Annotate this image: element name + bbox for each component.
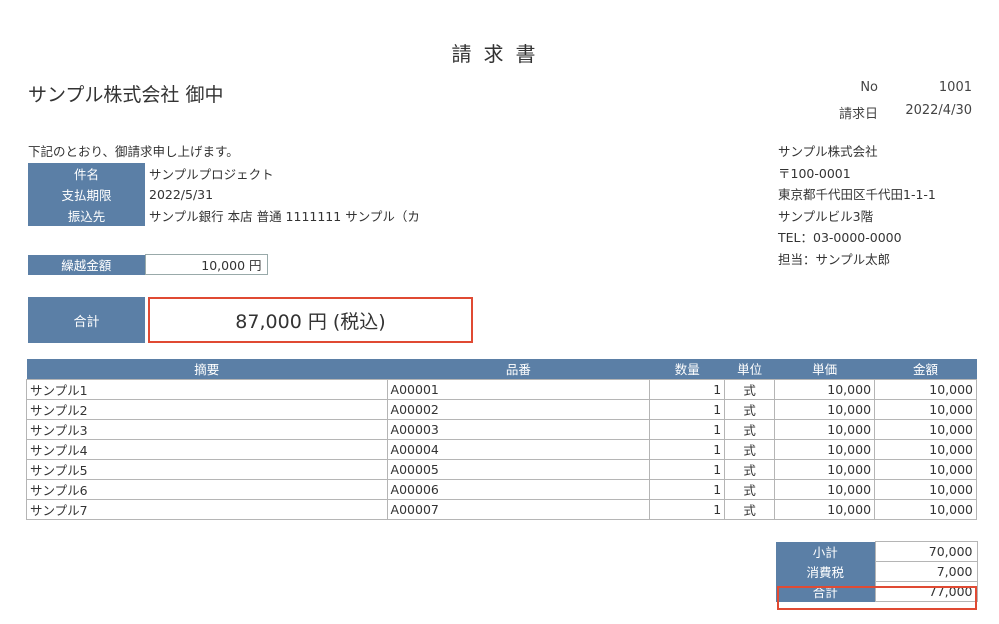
cell-code: A00005 [386,458,651,480]
cell-unit: 式 [724,418,776,440]
column-header: 単価 [774,359,875,379]
cell-code: A00002 [386,398,651,420]
cell-unit-price: 10,000 [774,478,876,500]
carry-label: 繰越金額 [28,254,145,275]
table-row: サンプル4 A00004 1 式 10,000 10,000 [26,438,977,460]
info-row-bank: 振込先 サンプル銀行 本店 普通 1111111 サンプル（カ [28,205,465,226]
info-value: サンプルプロジェクト [149,167,274,182]
info-value: サンプル銀行 本店 普通 1111111 サンプル（カ [149,209,420,224]
column-header: 品番 [387,359,650,379]
table-row: サンプル7 A00007 1 式 10,000 10,000 [26,498,977,520]
issuer-company: サンプル株式会社 〒100-0001 東京都千代田区千代田1-1-1 サンプルビ… [778,141,936,270]
grand-total-label: 合計 [28,297,145,343]
grand-total-box: 合計 87,000 円 (税込) [28,297,473,343]
company-address: 東京都千代田区千代田1-1-1 [778,187,936,202]
cell-quantity: 1 [649,498,726,520]
cell-unit-price: 10,000 [774,398,876,420]
invoice-no-value: 1001 [938,80,972,95]
info-label: 支払期限 [28,184,145,205]
cell-quantity: 1 [649,418,726,440]
company-building: サンプルビル3階 [778,208,874,224]
cell-quantity: 1 [649,478,726,500]
client-name: サンプル株式会社 御中 [28,84,224,106]
summary-label: 消費税 [776,561,875,582]
summary-table: 小計 70,000 消費税 7,000 合計 77,000 [776,541,978,602]
intro-text: 下記のとおり、御請求申し上げます。 [28,144,239,159]
info-row-subject: 件名 サンプルプロジェクト [28,163,465,184]
cell-code: A00001 [386,378,651,400]
cell-quantity: 1 [649,378,726,400]
info-label: 件名 [28,163,145,184]
column-header: 単位 [724,359,775,379]
cell-unit: 式 [724,378,776,400]
cell-unit: 式 [724,458,776,480]
cell-unit-price: 10,000 [774,378,876,400]
invoice-date-value: 2022/4/30 [905,103,972,118]
cell-unit-price: 10,000 [774,458,876,480]
cell-code: A00003 [386,418,651,440]
summary-value: 70,000 [874,541,978,562]
summary-value: 77,000 [874,581,978,602]
info-label: 振込先 [28,205,145,226]
cell-amount: 10,000 [874,378,977,400]
table-row: サンプル3 A00003 1 式 10,000 10,000 [26,418,977,440]
cell-unit-price: 10,000 [774,498,876,520]
table-header-row: 摘要 品番 数量 単位 単価 金額 [26,359,977,379]
invoice-info-table: 件名 サンプルプロジェクト 支払期限 2022/5/31 振込先 サンプル銀行 … [28,163,465,226]
carry-value: 10,000 円 [144,254,268,275]
grand-total-value: 87,000 円 (税込) [148,297,473,343]
cell-quantity: 1 [649,438,726,460]
cell-quantity: 1 [649,398,726,420]
cell-quantity: 1 [649,458,726,480]
summary-label: 合計 [776,581,875,602]
cell-description: サンプル5 [26,458,388,480]
cell-unit: 式 [724,498,776,520]
cell-unit: 式 [724,438,776,460]
cell-amount: 10,000 [874,398,977,420]
table-row: サンプル6 A00006 1 式 10,000 10,000 [26,478,977,500]
summary-row-subtotal: 小計 70,000 [776,541,978,562]
company-contact: 担当：サンプル太郎 [778,251,891,267]
cell-amount: 10,000 [874,458,977,480]
line-items-table: 摘要 品番 数量 単位 単価 金額 サンプル1 A00001 1 式 10,00… [26,359,977,520]
cell-description: サンプル4 [26,438,388,460]
table-row: サンプル5 A00005 1 式 10,000 10,000 [26,458,977,480]
company-postal: 〒100-0001 [778,165,851,181]
cell-unit: 式 [724,478,776,500]
cell-unit-price: 10,000 [774,438,876,460]
document-title: 請求書 [451,42,548,66]
column-header: 摘要 [26,359,388,379]
cell-code: A00004 [386,438,651,460]
carry-over-amount: 繰越金額 10,000 円 [28,254,268,275]
cell-amount: 10,000 [874,418,977,440]
info-value: 2022/5/31 [149,187,214,202]
cell-description: サンプル1 [26,378,388,400]
column-header: 数量 [649,359,725,379]
company-tel: TEL：03-0000-0000 [778,230,902,245]
summary-row-total: 合計 77,000 [776,581,978,602]
cell-amount: 10,000 [874,438,977,460]
cell-amount: 10,000 [874,498,977,520]
cell-description: サンプル7 [26,498,388,520]
cell-code: A00006 [386,478,651,500]
invoice-no-label: No [860,80,878,95]
cell-amount: 10,000 [874,478,977,500]
cell-description: サンプル2 [26,398,388,420]
cell-description: サンプル6 [26,478,388,500]
table-row: サンプル1 A00001 1 式 10,000 10,000 [26,378,977,400]
cell-description: サンプル3 [26,418,388,440]
cell-code: A00007 [386,498,651,520]
invoice-date-label: 請求日 [838,107,878,122]
company-name: サンプル株式会社 [778,144,878,159]
summary-label: 小計 [776,541,875,562]
cell-unit-price: 10,000 [774,418,876,440]
column-header: 金額 [874,359,977,379]
table-row: サンプル2 A00002 1 式 10,000 10,000 [26,398,977,420]
info-row-due-date: 支払期限 2022/5/31 [28,184,465,205]
summary-row-tax: 消費税 7,000 [776,561,978,582]
summary-value: 7,000 [874,561,978,582]
cell-unit: 式 [724,398,776,420]
